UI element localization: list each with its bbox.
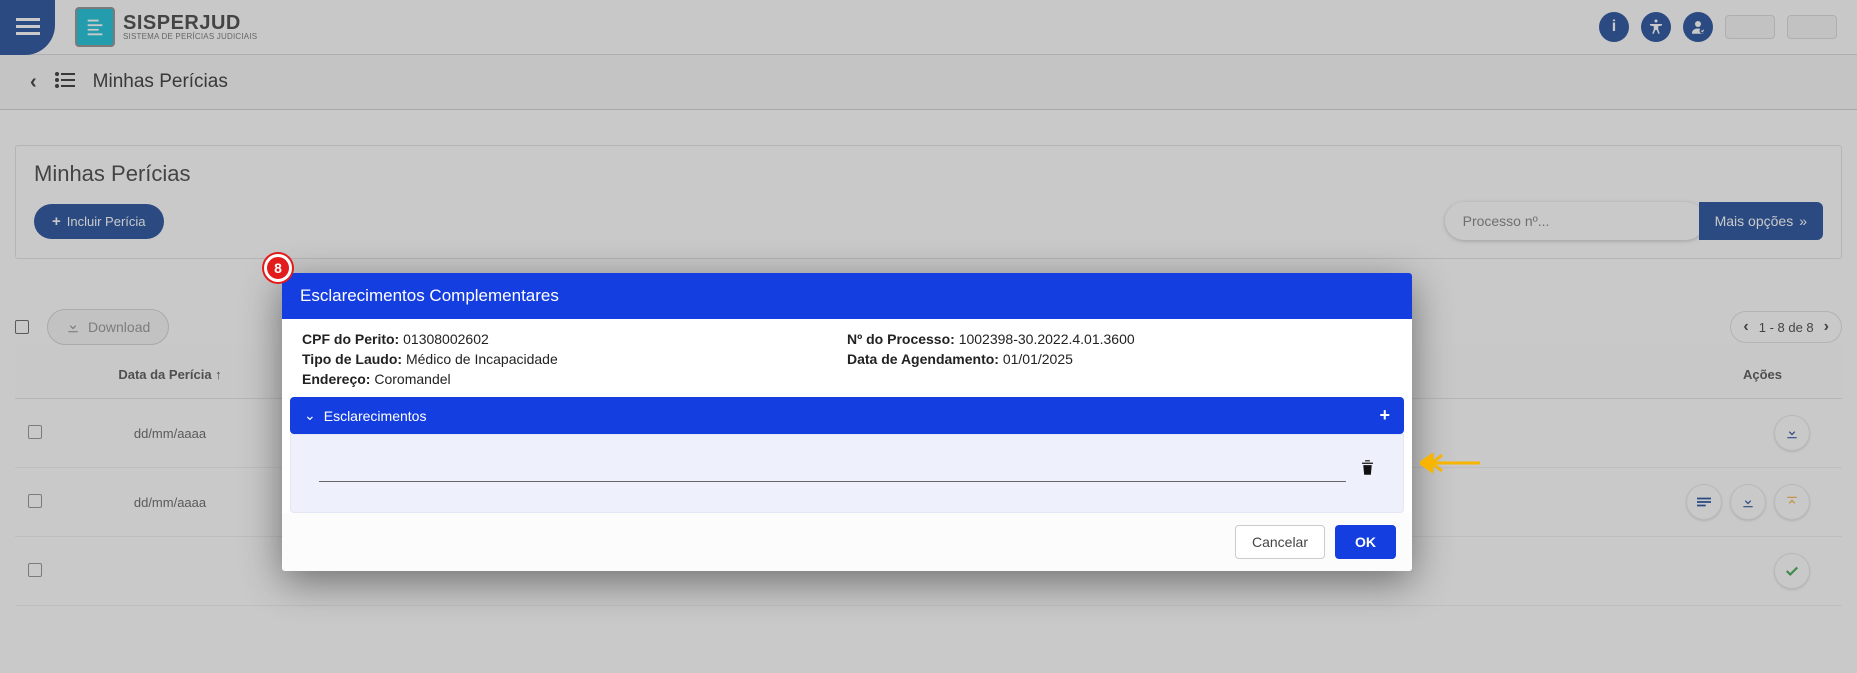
tipo-laudo-value: Médico de Incapacidade bbox=[406, 351, 558, 367]
breadcrumb-bar: ‹ Minhas Perícias bbox=[0, 55, 1857, 110]
plus-icon: + bbox=[52, 213, 61, 230]
data-agendamento-value: 01/01/2025 bbox=[1003, 351, 1073, 367]
modal-footer: Cancelar OK bbox=[282, 513, 1412, 571]
download-icon bbox=[1785, 426, 1799, 440]
more-options-button[interactable]: Mais opções » bbox=[1699, 202, 1823, 240]
page-next-button[interactable]: › bbox=[1824, 318, 1829, 336]
row-action-download[interactable] bbox=[1774, 415, 1810, 451]
chevron-down-icon: ⌄ bbox=[304, 407, 316, 424]
pagination: ‹ 1 - 8 de 8 › bbox=[1730, 311, 1842, 343]
notes-icon bbox=[1697, 497, 1711, 507]
card-title: Minhas Perícias bbox=[34, 161, 1823, 187]
download-button[interactable]: Download bbox=[47, 309, 169, 345]
hamburger-icon bbox=[16, 18, 40, 36]
topbar-extra-1[interactable] bbox=[1725, 15, 1775, 39]
modal-info-grid: CPF do Perito: 01308002602 Nº do Process… bbox=[282, 319, 1412, 397]
more-options-label: Mais opções bbox=[1715, 213, 1794, 229]
row-action-confirm[interactable] bbox=[1774, 553, 1810, 589]
add-esclarecimento-button[interactable]: + bbox=[1379, 405, 1390, 426]
brand-subtitle: SISTEMA DE PERÍCIAS JUDICIAIS bbox=[123, 33, 257, 41]
ok-button[interactable]: OK bbox=[1335, 525, 1396, 559]
user-icon[interactable] bbox=[1683, 12, 1713, 42]
col-date-header[interactable]: Data da Perícia bbox=[118, 367, 211, 382]
info-icon[interactable]: i bbox=[1599, 12, 1629, 42]
back-button[interactable]: ‹ bbox=[30, 71, 37, 94]
brand-name: SISPERJUD bbox=[123, 13, 257, 33]
step-marker: 8 bbox=[264, 254, 292, 282]
menu-toggle[interactable] bbox=[0, 0, 55, 55]
include-pericia-label: Incluir Perícia bbox=[67, 214, 146, 229]
page-breadcrumb-title: Minhas Perícias bbox=[93, 71, 228, 93]
section-header[interactable]: ⌄ Esclarecimentos + bbox=[290, 397, 1404, 434]
tipo-laudo-label: Tipo de Laudo: bbox=[302, 351, 402, 367]
cpf-value: 01308002602 bbox=[403, 331, 489, 347]
endereco-label: Endereço: bbox=[302, 371, 370, 387]
page-prev-button[interactable]: ‹ bbox=[1743, 318, 1748, 336]
esclarecimentos-modal: Esclarecimentos Complementares CPF do Pe… bbox=[282, 273, 1412, 571]
download-label: Download bbox=[88, 319, 150, 335]
upload-icon bbox=[1785, 495, 1799, 509]
topbar-extra-2[interactable] bbox=[1787, 15, 1837, 39]
download-icon bbox=[1741, 495, 1755, 509]
row-date: dd/mm/aaaa bbox=[55, 399, 285, 468]
topbar: SISPERJUD SISTEMA DE PERÍCIAS JUDICIAIS … bbox=[0, 0, 1857, 55]
section-body bbox=[290, 434, 1404, 513]
cpf-label: CPF do Perito: bbox=[302, 331, 399, 347]
page-range-label: 1 - 8 de 8 bbox=[1759, 320, 1814, 335]
esclarecimentos-section: ⌄ Esclarecimentos + bbox=[290, 397, 1404, 513]
processo-value: 1002398-30.2022.4.01.3600 bbox=[959, 331, 1135, 347]
processo-label: Nº do Processo: bbox=[847, 331, 955, 347]
cancel-button[interactable]: Cancelar bbox=[1235, 525, 1325, 559]
pointer-arrow-annotation bbox=[1420, 452, 1480, 474]
section-title: Esclarecimentos bbox=[324, 408, 427, 424]
row-action-download[interactable] bbox=[1730, 484, 1766, 520]
check-icon bbox=[1785, 565, 1799, 577]
download-icon bbox=[66, 320, 80, 334]
sort-asc-icon: ↑ bbox=[215, 367, 222, 382]
process-search-input[interactable] bbox=[1445, 202, 1705, 240]
delete-esclarecimento-button[interactable] bbox=[1360, 459, 1375, 481]
select-all-checkbox[interactable] bbox=[15, 320, 29, 334]
row-checkbox[interactable] bbox=[28, 494, 42, 508]
brand-logo-icon bbox=[75, 7, 115, 47]
brand: SISPERJUD SISTEMA DE PERÍCIAS JUDICIAIS bbox=[75, 7, 257, 47]
row-checkbox[interactable] bbox=[28, 563, 42, 577]
modal-title: Esclarecimentos Complementares bbox=[282, 273, 1412, 319]
row-date: dd/mm/aaaa bbox=[55, 468, 285, 537]
trash-icon bbox=[1360, 459, 1375, 476]
data-agendamento-label: Data de Agendamento: bbox=[847, 351, 999, 367]
row-date bbox=[55, 537, 285, 606]
main-card: Minhas Perícias + Incluir Perícia Mais o… bbox=[15, 145, 1842, 259]
endereco-value: Coromandel bbox=[374, 371, 450, 387]
chevron-right-icon: » bbox=[1799, 213, 1807, 229]
row-action-notes[interactable] bbox=[1686, 484, 1722, 520]
row-action-upload[interactable] bbox=[1774, 484, 1810, 520]
row-checkbox[interactable] bbox=[28, 425, 42, 439]
col-actions-header: Ações bbox=[1743, 367, 1782, 382]
list-view-icon[interactable] bbox=[55, 71, 75, 94]
include-pericia-button[interactable]: + Incluir Perícia bbox=[34, 204, 164, 239]
esclarecimento-input[interactable] bbox=[319, 457, 1346, 482]
accessibility-icon[interactable] bbox=[1641, 12, 1671, 42]
